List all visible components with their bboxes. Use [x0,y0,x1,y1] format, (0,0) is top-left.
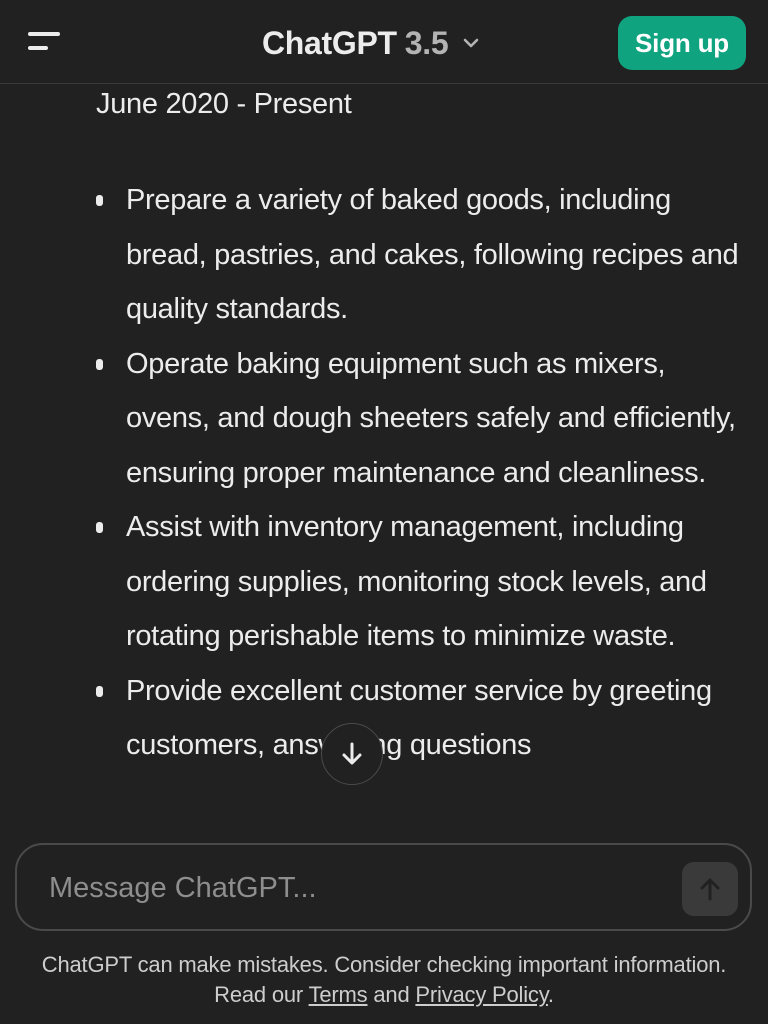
list-item-text: Prepare a variety of baked goods, includ… [126,184,739,325]
job-date-range: June 2020 - Present [96,88,352,120]
model-name: ChatGPT [262,24,397,61]
read-prefix: Read our [214,982,309,1007]
footer-disclaimer: ChatGPT can make mistakes. Consider chec… [0,950,768,1010]
arrow-down-icon [342,742,362,765]
menu-button[interactable] [22,26,66,60]
bullet-icon [96,522,103,533]
policy-line: Read our Terms and Privacy Policy. [0,980,768,1010]
message-input[interactable] [47,845,651,931]
responsibilities-list: Prepare a variety of baked goods, includ… [0,173,768,773]
message-composer [15,843,752,931]
chat-app: ChatGPT 3.5 Sign up June 2020 - Present … [0,0,768,1024]
list-item-text: Operate baking equipment such as mixers,… [126,347,736,489]
signup-button[interactable]: Sign up [618,16,746,70]
list-item: Provide excellent customer service by gr… [0,664,768,773]
send-button[interactable] [682,862,738,916]
list-item-text: Assist with inventory management, includ… [126,511,707,652]
period: . [547,982,554,1007]
bullet-icon [96,685,103,697]
disclaimer-text: ChatGPT can make mistakes. Consider chec… [41,952,727,977]
conversation-content: June 2020 - Present Prepare a variety of… [0,85,768,830]
list-item: Prepare a variety of baked goods, includ… [0,173,768,337]
model-version: 3.5 [404,24,449,61]
model-selector[interactable]: ChatGPT 3.5 [262,20,482,66]
top-bar: ChatGPT 3.5 Sign up [0,0,768,84]
bullet-icon [96,195,103,206]
and-text: and [367,982,416,1007]
terms-link[interactable]: Terms [309,982,368,1007]
list-item: Assist with inventory management, includ… [0,500,768,664]
privacy-policy-link[interactable]: Privacy Policy [415,982,548,1007]
scroll-to-bottom-button[interactable] [321,723,383,785]
list-item-text: Provide excellent customer service by gr… [126,674,712,762]
bullet-icon [96,358,103,370]
list-item: Operate baking equipment such as mixers,… [0,337,768,501]
chevron-down-icon [464,38,479,48]
arrow-up-icon [700,878,720,901]
